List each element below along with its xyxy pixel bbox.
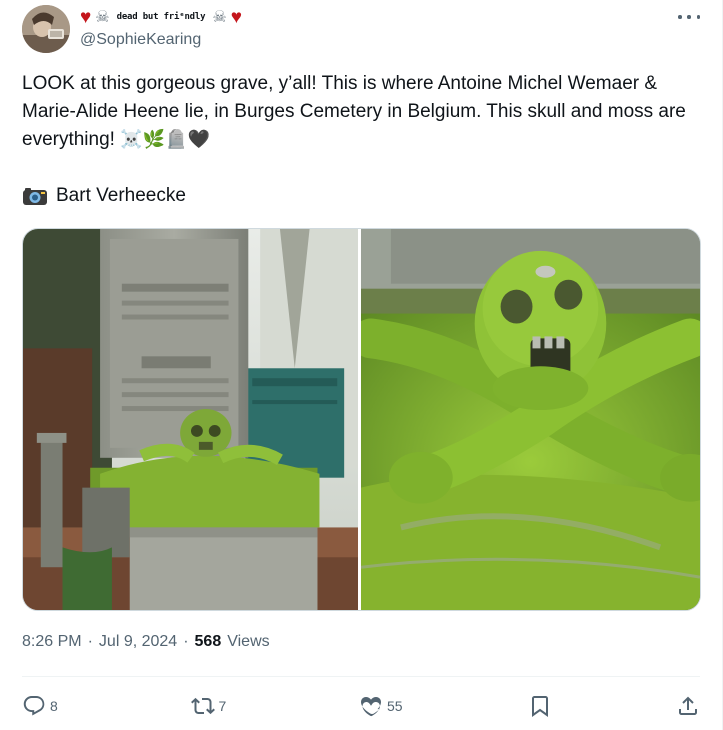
avatar[interactable] [22, 5, 70, 53]
meta-separator: · [87, 633, 93, 650]
share-icon [676, 694, 700, 718]
repost-icon [190, 694, 215, 718]
reply-icon [22, 694, 46, 718]
reply-count: 8 [50, 698, 58, 714]
repost-button[interactable]: 7 [190, 690, 271, 722]
skull-icon: ☠ [212, 7, 227, 26]
like-icon [359, 694, 383, 718]
tweet-time[interactable]: 8:26 PM [22, 633, 82, 651]
tweet-text: LOOK at this gorgeous grave, y’all! This… [22, 70, 702, 154]
author-name-row[interactable]: ♥ ☠ dead but friᵉndly ☠ ♥ [80, 6, 242, 28]
reply-button[interactable]: 8 [22, 690, 102, 722]
display-name[interactable]: dead but friᵉndly [117, 12, 206, 22]
views-count: 568 [194, 633, 222, 650]
tweet-emoji: ☠️🌿🪦🖤 [120, 129, 210, 150]
meta-separator: · [183, 633, 189, 650]
heart-icon: ♥ [230, 6, 242, 28]
media-grid [22, 228, 701, 611]
repost-count: 7 [218, 698, 227, 714]
credit-name: Bart Verheecke [56, 185, 186, 206]
action-bar: 8 7 55 [22, 690, 700, 722]
camera-icon [22, 186, 48, 206]
bookmark-button[interactable] [528, 690, 588, 722]
like-button[interactable]: 55 [359, 690, 439, 722]
photo-credit: Bart Verheecke [22, 185, 186, 207]
divider [22, 676, 700, 677]
author-handle[interactable]: @SophieKearing [80, 31, 201, 49]
tweet-date[interactable]: Jul 9, 2024 [99, 633, 177, 651]
more-icon[interactable] [678, 8, 700, 26]
skull-icon: ☠ [95, 7, 110, 26]
bookmark-icon [528, 694, 552, 718]
views-label: Views [227, 633, 270, 650]
grave-photo-left[interactable] [23, 229, 361, 610]
share-button[interactable] [676, 690, 700, 722]
heart-icon: ♥ [80, 6, 92, 28]
skull-photo-right[interactable] [361, 229, 700, 610]
tweet-meta: 8:26 PM · Jul 9, 2024 · 568 Views [22, 633, 270, 651]
like-count: 55 [387, 698, 403, 714]
tweet-card: ♥ ☠ dead but friᵉndly ☠ ♥ @SophieKearing… [0, 0, 723, 730]
